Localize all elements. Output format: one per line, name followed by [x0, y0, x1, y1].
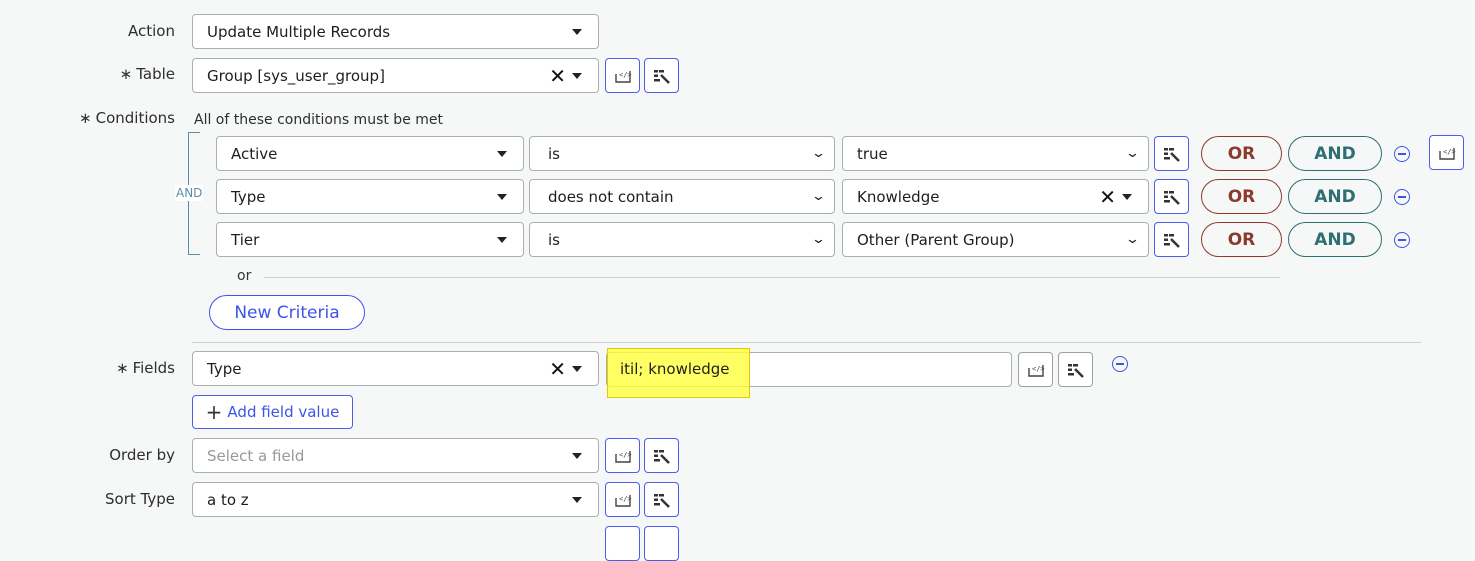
caret-down-icon	[1122, 193, 1132, 200]
condition-operator-select[interactable]: does not contain ⌄	[529, 179, 835, 214]
and-button[interactable]: AND	[1288, 179, 1382, 214]
caret-down-icon	[572, 72, 582, 79]
caret-down-icon	[497, 150, 507, 157]
caret-down-icon	[572, 496, 582, 503]
data-pill-picker-button[interactable]	[644, 438, 679, 473]
condition-value-select[interactable]: Knowledge ✕	[842, 179, 1149, 214]
chevron-down-icon: ⌄	[810, 232, 827, 247]
sort-type-select[interactable]: a to z	[192, 482, 599, 517]
or-button[interactable]: OR	[1201, 179, 1282, 214]
table-select[interactable]: Group [sys_user_group] ✕	[192, 58, 599, 93]
remove-condition-icon[interactable]	[1394, 189, 1410, 205]
table-label: ∗ Table	[119, 65, 175, 83]
caret-down-icon	[497, 193, 507, 200]
condition-value-select[interactable]: Other (Parent Group) ⌄	[842, 222, 1149, 257]
script-button[interactable]	[1429, 135, 1464, 170]
condition-value-select[interactable]: true ⌄	[842, 136, 1149, 171]
condition-operator-select[interactable]: is ⌄	[529, 136, 835, 171]
magic-wand-icon	[652, 66, 672, 86]
remove-condition-icon[interactable]	[1394, 232, 1410, 248]
data-pill-picker-button[interactable]	[644, 526, 679, 561]
data-pill-picker-button[interactable]	[1154, 222, 1189, 257]
clear-icon[interactable]: ✕	[549, 357, 566, 381]
or-button[interactable]: OR	[1201, 136, 1282, 171]
field-select[interactable]: Type ✕	[192, 351, 599, 386]
magic-wand-icon	[1162, 230, 1182, 250]
clear-icon[interactable]: ✕	[549, 64, 566, 88]
chevron-down-icon: ⌄	[1124, 146, 1141, 161]
magic-wand-icon	[652, 446, 672, 466]
magic-wand-icon	[1162, 187, 1182, 207]
script-icon	[613, 446, 633, 466]
script-icon	[613, 66, 633, 86]
script-icon	[1026, 360, 1046, 380]
chevron-down-icon: ⌄	[1124, 232, 1141, 247]
fields-label: ∗ Fields	[115, 359, 175, 377]
action-select[interactable]: Update Multiple Records	[192, 14, 599, 49]
sort-type-label: Sort Type	[105, 490, 175, 508]
action-label: Action	[128, 22, 175, 40]
and-button[interactable]: AND	[1288, 222, 1382, 257]
field-value-text: itil; knowledge	[607, 348, 750, 398]
plus-icon: +	[205, 400, 223, 424]
data-pill-picker-button[interactable]	[1154, 179, 1189, 214]
clear-icon[interactable]: ✕	[1099, 185, 1116, 209]
script-icon	[613, 490, 633, 510]
data-pill-picker-button[interactable]	[644, 58, 679, 93]
data-pill-picker-button[interactable]	[1154, 136, 1189, 171]
new-criteria-button[interactable]: New Criteria	[209, 295, 365, 330]
caret-down-icon	[572, 452, 582, 459]
magic-wand-icon	[652, 490, 672, 510]
script-button[interactable]	[605, 526, 640, 561]
data-pill-picker-button[interactable]	[644, 482, 679, 517]
divider	[192, 342, 1421, 343]
order-by-label: Order by	[109, 446, 175, 464]
script-icon	[1437, 143, 1457, 163]
remove-condition-icon[interactable]	[1394, 146, 1410, 162]
magic-wand-icon	[1066, 360, 1086, 380]
group-operator-label: AND	[175, 185, 204, 201]
condition-field-select[interactable]: Type	[216, 179, 524, 214]
condition-field-select[interactable]: Active	[216, 136, 524, 171]
conditions-hint: All of these conditions must be met	[194, 112, 443, 128]
add-field-value-button[interactable]: + Add field value	[192, 395, 353, 429]
divider	[264, 277, 1280, 278]
script-button[interactable]	[605, 482, 640, 517]
remove-field-icon[interactable]	[1112, 356, 1128, 372]
condition-field-select[interactable]: Tier	[216, 222, 524, 257]
or-divider-label: or	[237, 268, 252, 284]
script-button[interactable]	[1018, 352, 1053, 387]
magic-wand-icon	[1162, 144, 1182, 164]
script-button[interactable]	[605, 438, 640, 473]
caret-down-icon	[572, 365, 582, 372]
or-button[interactable]: OR	[1201, 222, 1282, 257]
condition-operator-select[interactable]: is ⌄	[529, 222, 835, 257]
order-by-select[interactable]: Select a field	[192, 438, 599, 473]
caret-down-icon	[572, 28, 582, 35]
script-button[interactable]	[605, 58, 640, 93]
chevron-down-icon: ⌄	[810, 146, 827, 161]
and-button[interactable]: AND	[1288, 136, 1382, 171]
data-pill-picker-button[interactable]	[1058, 352, 1093, 387]
chevron-down-icon: ⌄	[810, 189, 827, 204]
conditions-label: ∗ Conditions	[79, 109, 175, 127]
caret-down-icon	[497, 236, 507, 243]
